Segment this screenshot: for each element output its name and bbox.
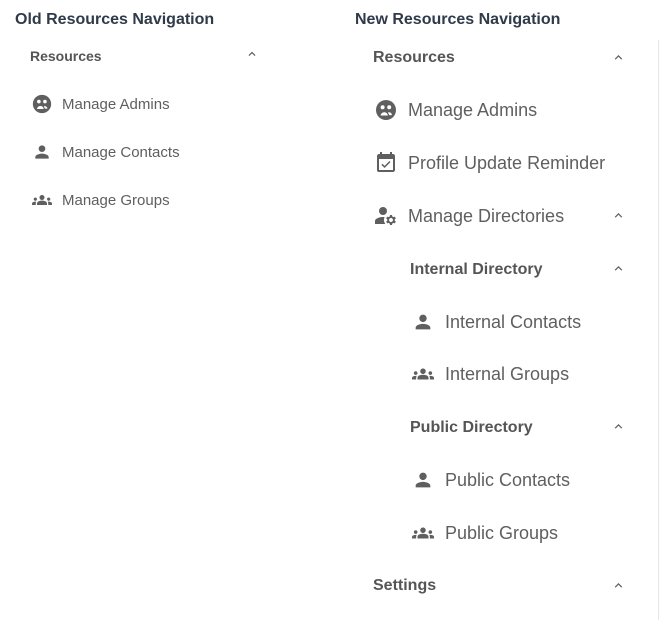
nav-item-label: Internal Contacts: [445, 311, 582, 332]
chevron-up-icon[interactable]: [610, 207, 626, 223]
old-resources-label: Resources: [30, 48, 102, 64]
person-icon: [410, 469, 436, 491]
new-nav-item-label: Manage Admins: [408, 99, 538, 120]
chevron-up-icon[interactable]: [610, 577, 626, 593]
old-nav-item-label: Manage Admins: [62, 95, 170, 113]
nav-item-label: Public Contacts: [445, 469, 571, 490]
public-directory-label: Public Directory: [410, 419, 533, 436]
calendar-check-icon: [373, 151, 399, 175]
chevron-up-icon[interactable]: [610, 418, 626, 434]
nav-item-internal-contacts[interactable]: Internal Contacts: [410, 309, 581, 335]
new-nav-item-label: Manage Directories: [408, 205, 565, 226]
groups-icon: [410, 363, 436, 385]
new-nav-item-manage-directories[interactable]: Manage Directories: [373, 203, 613, 229]
groups-icon: [30, 190, 54, 210]
internal-directory-label: Internal Directory: [410, 261, 543, 278]
settings-section-header[interactable]: Settings: [373, 575, 613, 597]
internal-directory-header[interactable]: Internal Directory: [410, 259, 610, 281]
person-icon: [410, 311, 436, 333]
nav-item-public-groups[interactable]: Public Groups: [410, 520, 558, 546]
old-nav-item-manage-admins[interactable]: Manage Admins: [30, 92, 170, 116]
chevron-up-icon[interactable]: [244, 46, 260, 62]
person-settings-icon: [373, 204, 399, 228]
nav-item-internal-groups[interactable]: Internal Groups: [410, 361, 569, 387]
old-nav-title: Old Resources Navigation: [15, 11, 215, 28]
new-resources-label: Resources: [373, 49, 455, 66]
new-nav-item-profile-update-reminder[interactable]: Profile Update Reminder: [373, 150, 605, 176]
admin-icon: [30, 93, 54, 115]
old-nav-item-label: Manage Contacts: [62, 143, 180, 161]
old-nav-item-manage-groups[interactable]: Manage Groups: [30, 188, 170, 212]
chevron-up-icon[interactable]: [610, 49, 626, 65]
new-nav-title: New Resources Navigation: [355, 11, 561, 28]
new-resources-section-header[interactable]: Resources: [373, 47, 613, 69]
old-nav-item-manage-contacts[interactable]: Manage Contacts: [30, 140, 180, 164]
public-directory-header[interactable]: Public Directory: [410, 417, 610, 439]
new-nav-item-manage-admins[interactable]: Manage Admins: [373, 97, 537, 123]
old-resources-section-header[interactable]: Resources: [30, 46, 264, 66]
settings-label: Settings: [373, 577, 437, 594]
admin-icon: [373, 98, 399, 122]
old-nav-item-label: Manage Groups: [62, 191, 170, 209]
nav-item-label: Internal Groups: [445, 363, 570, 384]
panel-divider: [658, 40, 659, 620]
chevron-up-icon[interactable]: [610, 260, 626, 276]
nav-item-label: Public Groups: [445, 522, 559, 543]
new-nav-item-label: Profile Update Reminder: [408, 152, 606, 173]
groups-icon: [410, 522, 436, 544]
person-icon: [30, 142, 54, 162]
nav-item-public-contacts[interactable]: Public Contacts: [410, 467, 570, 493]
